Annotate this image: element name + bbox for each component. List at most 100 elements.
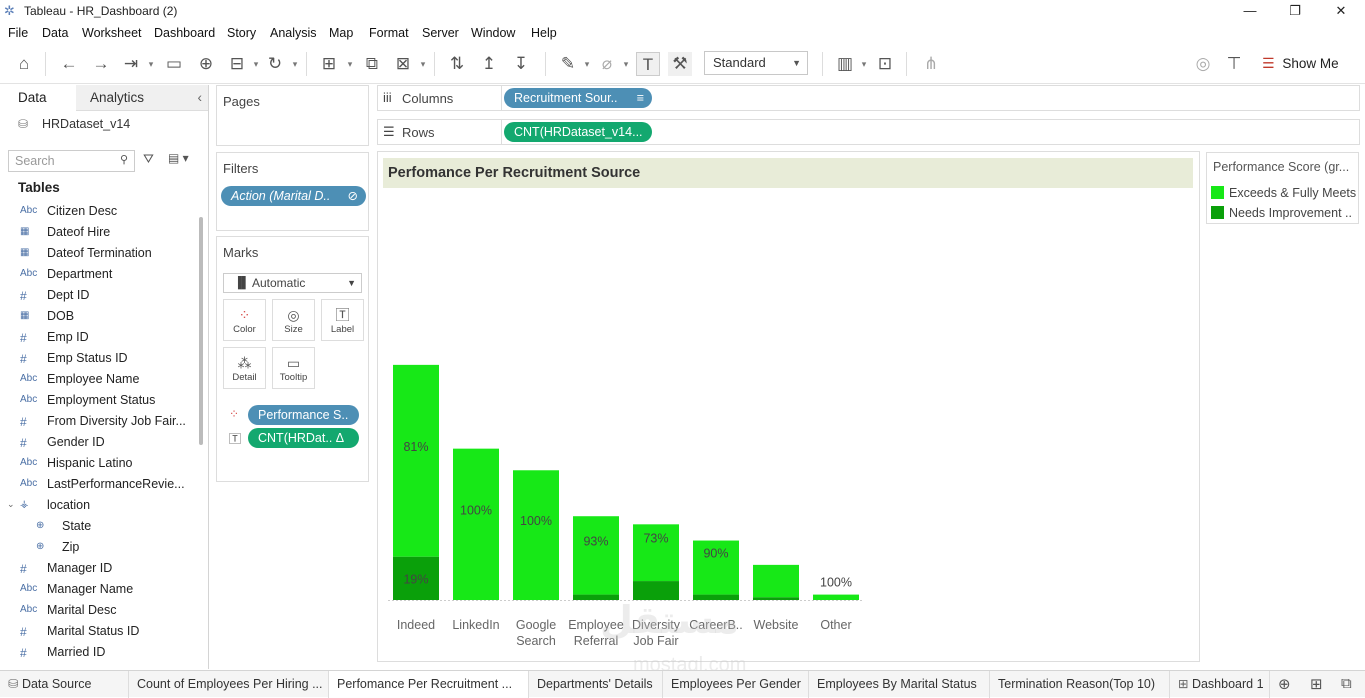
save-icon[interactable]: ▭ <box>163 52 185 76</box>
tab-analytics[interactable]: Analytics ‹ <box>76 85 208 111</box>
show-me-button[interactable]: ☰ Show Me <box>1262 51 1339 75</box>
sort-ascending-icon[interactable]: ↥ <box>478 52 500 76</box>
menu-analysis[interactable]: Analysis <box>270 26 317 40</box>
tab-sheet[interactable]: Employees By Marital Status <box>809 671 990 698</box>
field-item[interactable]: Abc Employee Name <box>0 370 195 391</box>
field-item[interactable]: Abc Manager Name <box>0 580 195 601</box>
field-item[interactable]: # Emp Status ID <box>0 349 195 370</box>
detail-button[interactable]: ⁂ Detail <box>223 347 266 389</box>
chevron-down-icon[interactable]: ▾ <box>860 52 868 76</box>
new-worksheet-icon[interactable]: ⊞ <box>318 52 340 76</box>
chevron-down-icon[interactable]: ▾ <box>147 52 155 76</box>
field-item[interactable]: # Dept ID <box>0 286 195 307</box>
redo-icon[interactable]: → <box>90 52 112 76</box>
chevron-down-icon[interactable]: ⌄ <box>7 499 15 510</box>
filters-card[interactable]: Filters Action (Marital D.. ⊘ <box>216 152 369 231</box>
menu-worksheet[interactable]: Worksheet <box>82 26 142 40</box>
field-item[interactable]: Abc Employment Status <box>0 391 195 412</box>
tab-data-source[interactable]: ⛁ Data Source <box>0 671 129 698</box>
field-item[interactable]: # Marital Status ID <box>0 622 195 643</box>
group-members-icon[interactable]: ⌀ <box>596 52 618 76</box>
menu-data[interactable]: Data <box>42 26 68 40</box>
collapse-pane-icon[interactable]: ‹ <box>198 85 203 111</box>
field-item[interactable]: ⊕ State <box>0 517 195 538</box>
legend-label-needs-improvement[interactable]: Needs Improvement .. <box>1229 206 1357 220</box>
highlight-icon[interactable]: ✎ <box>557 52 579 76</box>
home-icon[interactable]: ⌂ <box>13 52 35 76</box>
sort-descending-icon[interactable]: ↧ <box>510 52 532 76</box>
field-item[interactable]: # Manager ID <box>0 559 195 580</box>
duplicate-sheet-icon[interactable]: ⧉ <box>361 52 383 76</box>
tab-sheet[interactable]: Employees Per Gender <box>663 671 809 698</box>
bar-exceeds[interactable] <box>753 564 799 598</box>
field-item[interactable]: Abc Citizen Desc <box>0 202 195 223</box>
show-cards-icon[interactable]: ▥ <box>834 52 856 76</box>
datasource-name[interactable]: HRDataset_v14 <box>42 117 130 131</box>
fit-select[interactable]: Standard ▼ <box>704 51 808 75</box>
chevron-down-icon[interactable]: ▾ <box>583 52 591 76</box>
color-button[interactable]: ⁘ Color <box>223 299 266 341</box>
show-mark-labels-icon[interactable]: T <box>636 52 660 76</box>
field-item[interactable]: # Gender ID <box>0 433 195 454</box>
field-item[interactable]: Abc Department <box>0 265 195 286</box>
menu-map[interactable]: Map <box>329 26 353 40</box>
menu-format[interactable]: Format <box>369 26 409 40</box>
field-item[interactable]: Abc Hispanic Latino <box>0 454 195 475</box>
field-item[interactable]: # Married ID <box>0 643 195 664</box>
legend-swatch-exceeds[interactable] <box>1211 186 1224 199</box>
chevron-down-icon[interactable]: ▾ <box>291 52 299 76</box>
menu-server[interactable]: Server <box>422 26 459 40</box>
bar-exceeds[interactable] <box>813 594 859 600</box>
refresh-icon[interactable]: ↻ <box>264 52 286 76</box>
label-button[interactable]: 🅃 Label <box>321 299 364 341</box>
new-dashboard-icon[interactable]: ⊞ <box>1310 675 1323 693</box>
chevron-down-icon[interactable]: ▾ <box>252 52 260 76</box>
new-story-icon[interactable]: ⧉ <box>1341 675 1352 692</box>
chevron-down-icon[interactable]: ▾ <box>419 52 427 76</box>
field-item[interactable]: ▦ Dateof Termination <box>0 244 195 265</box>
menu-file[interactable]: File <box>8 26 28 40</box>
replay-icon[interactable]: ⇥ <box>120 52 142 76</box>
tab-sheet[interactable]: Termination Reason(Top 10) <box>990 671 1170 698</box>
field-item[interactable]: Abc LastPerformanceRevie... <box>0 475 195 496</box>
tab-data[interactable]: Data <box>0 85 76 111</box>
share-icon[interactable]: ⋔ <box>920 52 942 76</box>
tab-dashboard[interactable]: ⊞ Dashboard 1 <box>1170 671 1270 698</box>
mark-type-select[interactable]: ▐▌ Automatic ▼ <box>223 273 362 293</box>
clear-sheet-icon[interactable]: ⊠ <box>392 52 414 76</box>
legend-swatch-needs-improvement[interactable] <box>1211 206 1224 219</box>
label-pill[interactable]: CNT(HRDat.. Δ <box>248 428 359 448</box>
close-icon[interactable]: ✕ <box>1331 2 1351 20</box>
menu-help[interactable]: Help <box>531 26 557 40</box>
bar-exceeds[interactable] <box>393 364 439 557</box>
tab-sheet[interactable]: Count of Employees Per Hiring ... <box>129 671 329 698</box>
menu-story[interactable]: Story <box>227 26 256 40</box>
pin-icon[interactable]: ⊤ <box>1223 52 1245 76</box>
menu-window[interactable]: Window <box>471 26 515 40</box>
bar-exceeds[interactable] <box>573 516 619 595</box>
field-item[interactable]: # From Diversity Job Fair... <box>0 412 195 433</box>
undo-icon[interactable]: ← <box>58 52 80 76</box>
menu-dashboard[interactable]: Dashboard <box>154 26 215 40</box>
tab-sheet[interactable]: Departments' Details <box>529 671 663 698</box>
field-item[interactable]: ▦ DOB <box>0 307 195 328</box>
color-pill[interactable]: Performance S.. <box>248 405 359 425</box>
new-datasource-icon[interactable]: ⊕ <box>195 52 217 76</box>
pause-updates-icon[interactable]: ⊟ <box>226 52 248 76</box>
chevron-down-icon[interactable]: ▾ <box>622 52 630 76</box>
search-input[interactable]: Search <box>8 150 135 172</box>
legend-label-exceeds[interactable]: Exceeds & Fully Meets <box>1229 186 1357 200</box>
field-item[interactable]: ⌄ ⚶ location <box>0 496 195 517</box>
filter-pill[interactable]: Action (Marital D.. ⊘ <box>221 186 366 206</box>
chevron-down-icon[interactable]: ▾ <box>346 52 354 76</box>
field-item[interactable]: ▦ Dateof Hire <box>0 223 195 244</box>
fix-axes-icon[interactable]: ⚒ <box>668 52 692 76</box>
field-item[interactable]: ⊕ Zip <box>0 538 195 559</box>
scrollbar[interactable] <box>199 217 203 445</box>
field-item[interactable]: # Emp ID <box>0 328 195 349</box>
pages-card[interactable]: Pages <box>216 85 369 146</box>
bar-exceeds[interactable] <box>453 448 499 600</box>
presentation-mode-icon[interactable]: ⊡ <box>874 52 896 76</box>
new-worksheet-icon[interactable]: ⊕ <box>1278 675 1291 693</box>
swap-rows-columns-icon[interactable]: ⇅ <box>446 52 468 76</box>
